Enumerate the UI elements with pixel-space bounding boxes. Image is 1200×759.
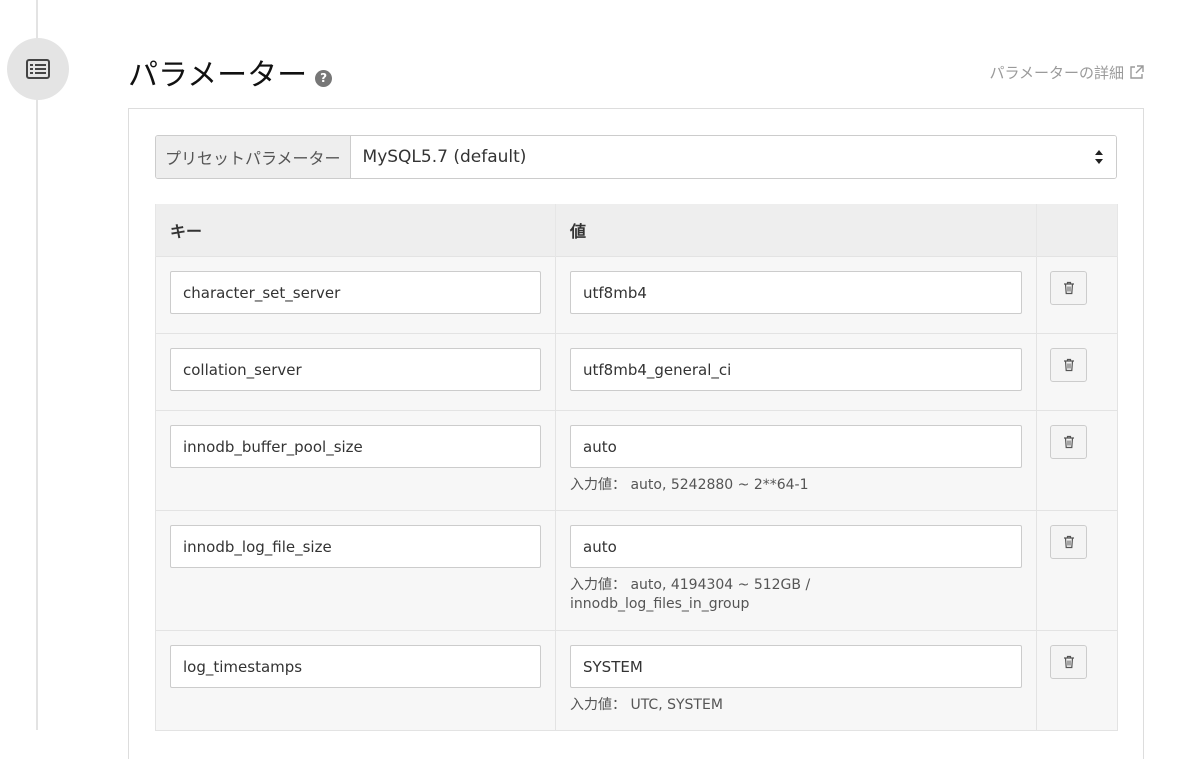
trash-icon xyxy=(1063,358,1074,372)
external-link-icon xyxy=(1130,65,1144,79)
input-hint: 入力値： UTC, SYSTEM xyxy=(570,697,723,713)
trash-icon xyxy=(1063,655,1074,669)
trash-icon xyxy=(1063,535,1074,549)
parameter-key-input[interactable]: innodb_buffer_pool_size xyxy=(170,425,541,468)
preset-parameter-value: MySQL5.7 (default) xyxy=(362,147,527,167)
table-row: log_timestamps SYSTEM 入力値： UTC, SYSTEM xyxy=(155,630,1118,731)
timeline-line xyxy=(36,0,38,730)
step-indicator xyxy=(7,38,69,100)
input-hint: 入力値： auto, 4194304 ~ 512GB / innodb_log_… xyxy=(570,577,811,612)
list-icon xyxy=(26,59,50,79)
parameter-key-input[interactable]: log_timestamps xyxy=(170,645,541,688)
page-title: パラメーター xyxy=(128,58,308,93)
input-hint: 入力値： auto, 5242880 ~ 2**64-1 xyxy=(570,477,809,493)
select-arrows-icon xyxy=(1095,150,1103,164)
table-row: innodb_buffer_pool_size auto 入力値： auto, … xyxy=(155,410,1118,511)
parameter-detail-link-label: パラメーターの詳細 xyxy=(989,64,1124,82)
trash-icon xyxy=(1063,435,1074,449)
delete-row-button[interactable] xyxy=(1050,645,1087,679)
parameter-value-input[interactable]: utf8mb4 xyxy=(570,271,1022,314)
parameter-value-input[interactable]: auto xyxy=(570,425,1022,468)
parameter-value-input[interactable]: auto xyxy=(570,525,1022,568)
table-row: collation_server utf8mb4_general_ci xyxy=(155,333,1118,411)
parameter-value-input[interactable]: SYSTEM xyxy=(570,645,1022,688)
section-header: パラメーター ? xyxy=(128,50,333,94)
trash-icon xyxy=(1063,281,1074,295)
delete-row-button[interactable] xyxy=(1050,348,1087,382)
question-circle-icon[interactable]: ? xyxy=(315,69,333,87)
parameter-key-input[interactable]: collation_server xyxy=(170,348,541,391)
column-header-actions xyxy=(1036,204,1118,257)
parameter-key-input[interactable]: innodb_log_file_size xyxy=(170,525,541,568)
table-row: innodb_log_file_size auto 入力値： auto, 419… xyxy=(155,510,1118,631)
column-header-value: 値 xyxy=(555,204,1037,257)
column-header-key: キー xyxy=(155,204,556,257)
preset-parameter-label: プリセットパラメーター xyxy=(156,136,351,178)
parameters-panel: プリセットパラメーター MySQL5.7 (default) キー 値 char… xyxy=(128,108,1144,759)
preset-parameter-group: プリセットパラメーター MySQL5.7 (default) xyxy=(155,135,1117,179)
parameter-key-input[interactable]: character_set_server xyxy=(170,271,541,314)
preset-parameter-select[interactable]: MySQL5.7 (default) xyxy=(350,136,1116,178)
parameter-detail-link[interactable]: パラメーターの詳細 xyxy=(989,62,1144,83)
delete-row-button[interactable] xyxy=(1050,425,1087,459)
table-row: character_set_server utf8mb4 xyxy=(155,256,1118,334)
delete-row-button[interactable] xyxy=(1050,271,1087,305)
parameter-value-input[interactable]: utf8mb4_general_ci xyxy=(570,348,1022,391)
delete-row-button[interactable] xyxy=(1050,525,1087,559)
parameter-table: キー 値 character_set_server utf8mb4 collat… xyxy=(155,204,1118,731)
table-header-row: キー 値 xyxy=(155,204,1118,257)
